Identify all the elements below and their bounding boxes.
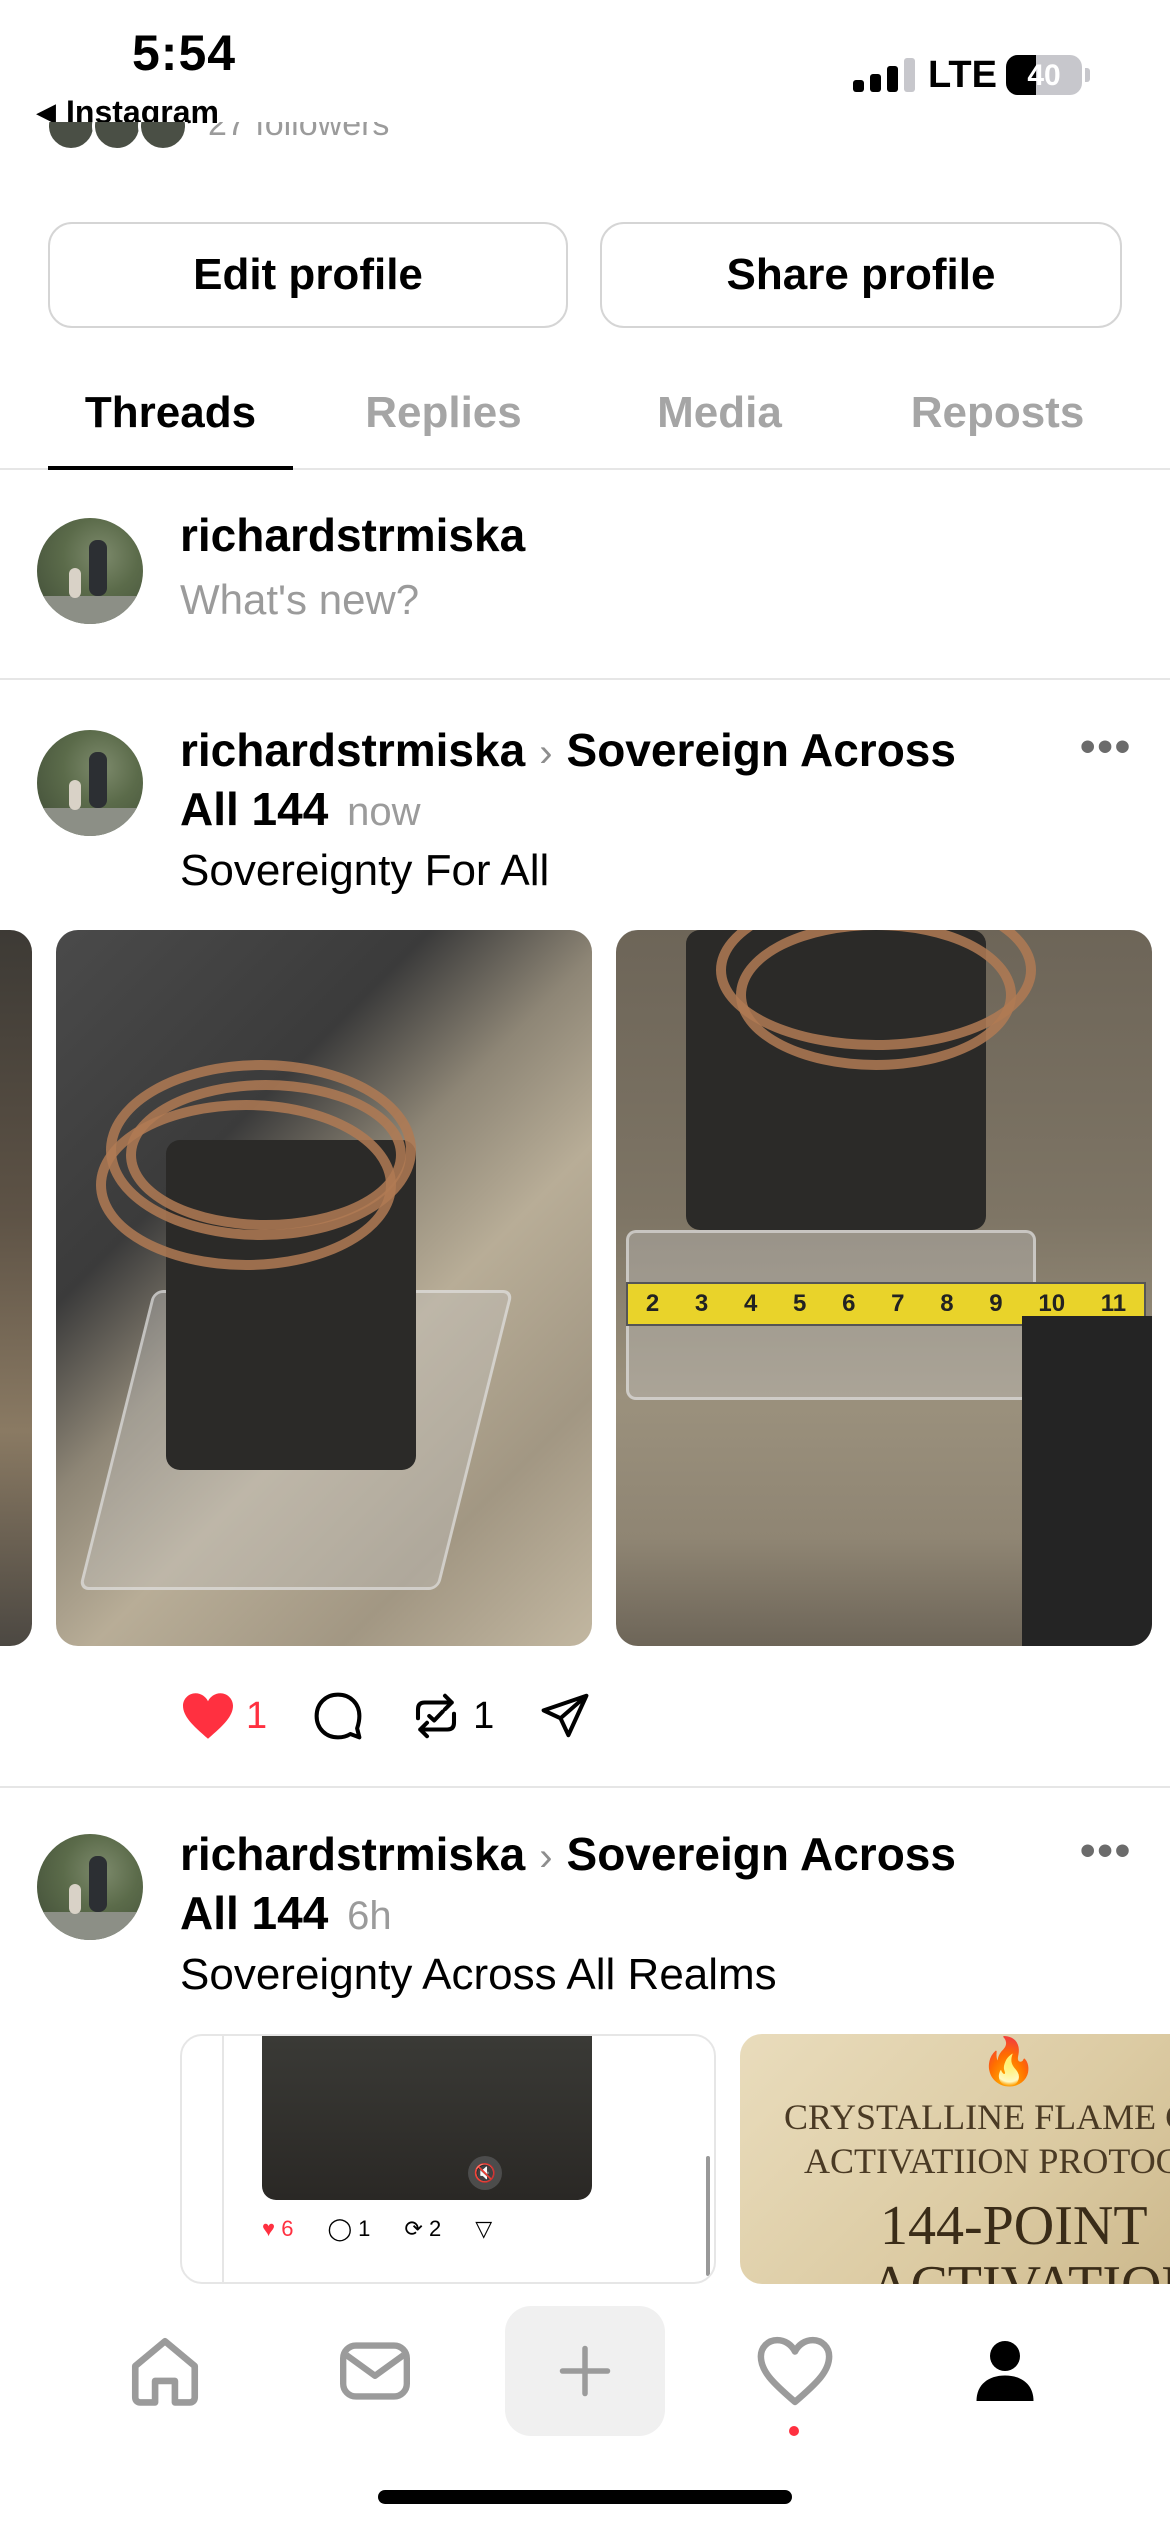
battery-icon: 40 xyxy=(1006,55,1082,95)
flame-icon: 🔥 xyxy=(980,2035,1038,2087)
person-icon xyxy=(976,2341,1034,2401)
clock: 5:54 xyxy=(132,25,237,81)
tab-media[interactable]: Media xyxy=(597,388,842,438)
mail-icon xyxy=(340,2342,410,2400)
chevron-right-icon: › xyxy=(539,1835,553,1879)
share-button[interactable] xyxy=(538,1689,592,1743)
profile-tabs: Threads Replies Media Reposts xyxy=(0,370,1170,470)
mute-icon[interactable]: 🔇 xyxy=(468,2156,502,2190)
battery-nub xyxy=(1085,68,1090,82)
tab-replies[interactable]: Replies xyxy=(321,388,566,438)
chevron-right-icon: › xyxy=(539,731,553,775)
doc-line: ACTIVATIION PROTOC xyxy=(804,2141,1170,2181)
post-community[interactable]: Sovereign Across xyxy=(567,724,956,776)
repost-icon xyxy=(416,1693,457,1739)
follower-avatar xyxy=(138,122,188,151)
home-indicator xyxy=(378,2490,792,2504)
comment-icon xyxy=(314,1692,362,1740)
post-image[interactable] xyxy=(56,930,592,1646)
heart-icon xyxy=(757,2336,833,2406)
post-community-cont[interactable]: All 144 xyxy=(180,783,328,835)
send-icon xyxy=(541,1693,589,1738)
post-username[interactable]: richardstrmiska xyxy=(180,724,525,776)
notification-dot xyxy=(789,2426,799,2436)
post-text: Sovereignty For All xyxy=(180,846,550,895)
home-icon xyxy=(131,2337,199,2406)
active-tab-indicator xyxy=(48,466,293,470)
followers-count: 27 followers xyxy=(208,122,390,143)
avatar[interactable] xyxy=(37,1834,143,1940)
nav-profile[interactable] xyxy=(925,2306,1085,2436)
reply-button[interactable] xyxy=(311,1689,365,1743)
nav-new-thread[interactable] xyxy=(505,2306,665,2436)
nav-home[interactable] xyxy=(85,2306,245,2436)
doc-line: CRYSTALLINE FLAME C xyxy=(784,2097,1170,2137)
quoted-video-thumbnail[interactable] xyxy=(262,2036,592,2200)
plus-icon xyxy=(559,2345,611,2397)
post-image[interactable]: 🔥 CRYSTALLINE FLAME C ACTIVATIION PROTOC… xyxy=(740,2034,1170,2284)
post-header: richardstrmiska › Sovereign Across All 144… xyxy=(180,722,1040,840)
nav-activity[interactable] xyxy=(715,2306,875,2436)
post-header: richardstrmiska › Sovereign Across All 144… xyxy=(180,1826,1040,1944)
repost-count: 1 xyxy=(473,1694,495,1737)
follower-avatar xyxy=(92,122,142,151)
follower-avatar xyxy=(46,122,96,151)
more-options-icon[interactable]: ••• xyxy=(1080,722,1132,772)
tab-reposts[interactable]: Reposts xyxy=(875,388,1120,438)
post-username[interactable]: richardstrmiska xyxy=(180,1828,525,1880)
signal-icon xyxy=(853,58,915,92)
edit-profile-button[interactable]: Edit profile xyxy=(48,222,568,328)
more-options-icon[interactable]: ••• xyxy=(1080,1826,1132,1876)
avatar[interactable] xyxy=(37,730,143,836)
post-time: 6h xyxy=(347,1894,392,1938)
post-image-previous[interactable] xyxy=(0,930,32,1646)
share-profile-button[interactable]: Share profile xyxy=(600,222,1122,328)
post-text: Sovereignty Across All Realms xyxy=(180,1950,777,1999)
heart-filled-icon xyxy=(183,1693,233,1739)
nav-inbox[interactable] xyxy=(295,2306,455,2436)
scrollbar xyxy=(706,2156,710,2276)
quoted-post-card[interactable]: 🔇 ♥ 6 ◯ 1 ⟳ 2 ▽ xyxy=(180,2034,716,2284)
composer-username: richardstrmiska xyxy=(180,509,526,561)
doc-line: 144-POINT xyxy=(880,2195,1148,2257)
post-community[interactable]: Sovereign Across xyxy=(567,1828,956,1880)
like-button[interactable]: 1 xyxy=(180,1691,267,1741)
composer-input[interactable]: What's new? xyxy=(180,576,419,624)
avatar[interactable] xyxy=(37,518,143,624)
quoted-send-icon: ▽ xyxy=(475,2216,493,2241)
post-actions: 1 1 xyxy=(180,1680,636,1752)
divider xyxy=(0,1786,1170,1788)
repost-button[interactable]: 1 xyxy=(409,1689,494,1743)
quoted-actions: ♥ 6 ◯ 1 ⟳ 2 ▽ xyxy=(262,2216,492,2242)
quoted-repost: ⟳ 2 xyxy=(404,2216,442,2241)
network-label: LTE xyxy=(928,54,997,96)
like-count: 1 xyxy=(246,1694,268,1737)
divider xyxy=(0,678,1170,680)
doc-line: ACTIVATION xyxy=(870,2254,1170,2284)
battery-percent: 40 xyxy=(1027,59,1061,92)
post-image[interactable]: 2 3 4 5 6 7 8 9 10 11 xyxy=(616,930,1152,1646)
quoted-like: ♥ 6 xyxy=(262,2216,294,2241)
followers-row[interactable]: 27 followers xyxy=(46,122,389,156)
post-community-cont[interactable]: All 144 xyxy=(180,1887,328,1939)
post-time: now xyxy=(347,790,421,834)
quoted-reply: ◯ 1 xyxy=(327,2216,371,2241)
tab-threads[interactable]: Threads xyxy=(48,388,293,438)
